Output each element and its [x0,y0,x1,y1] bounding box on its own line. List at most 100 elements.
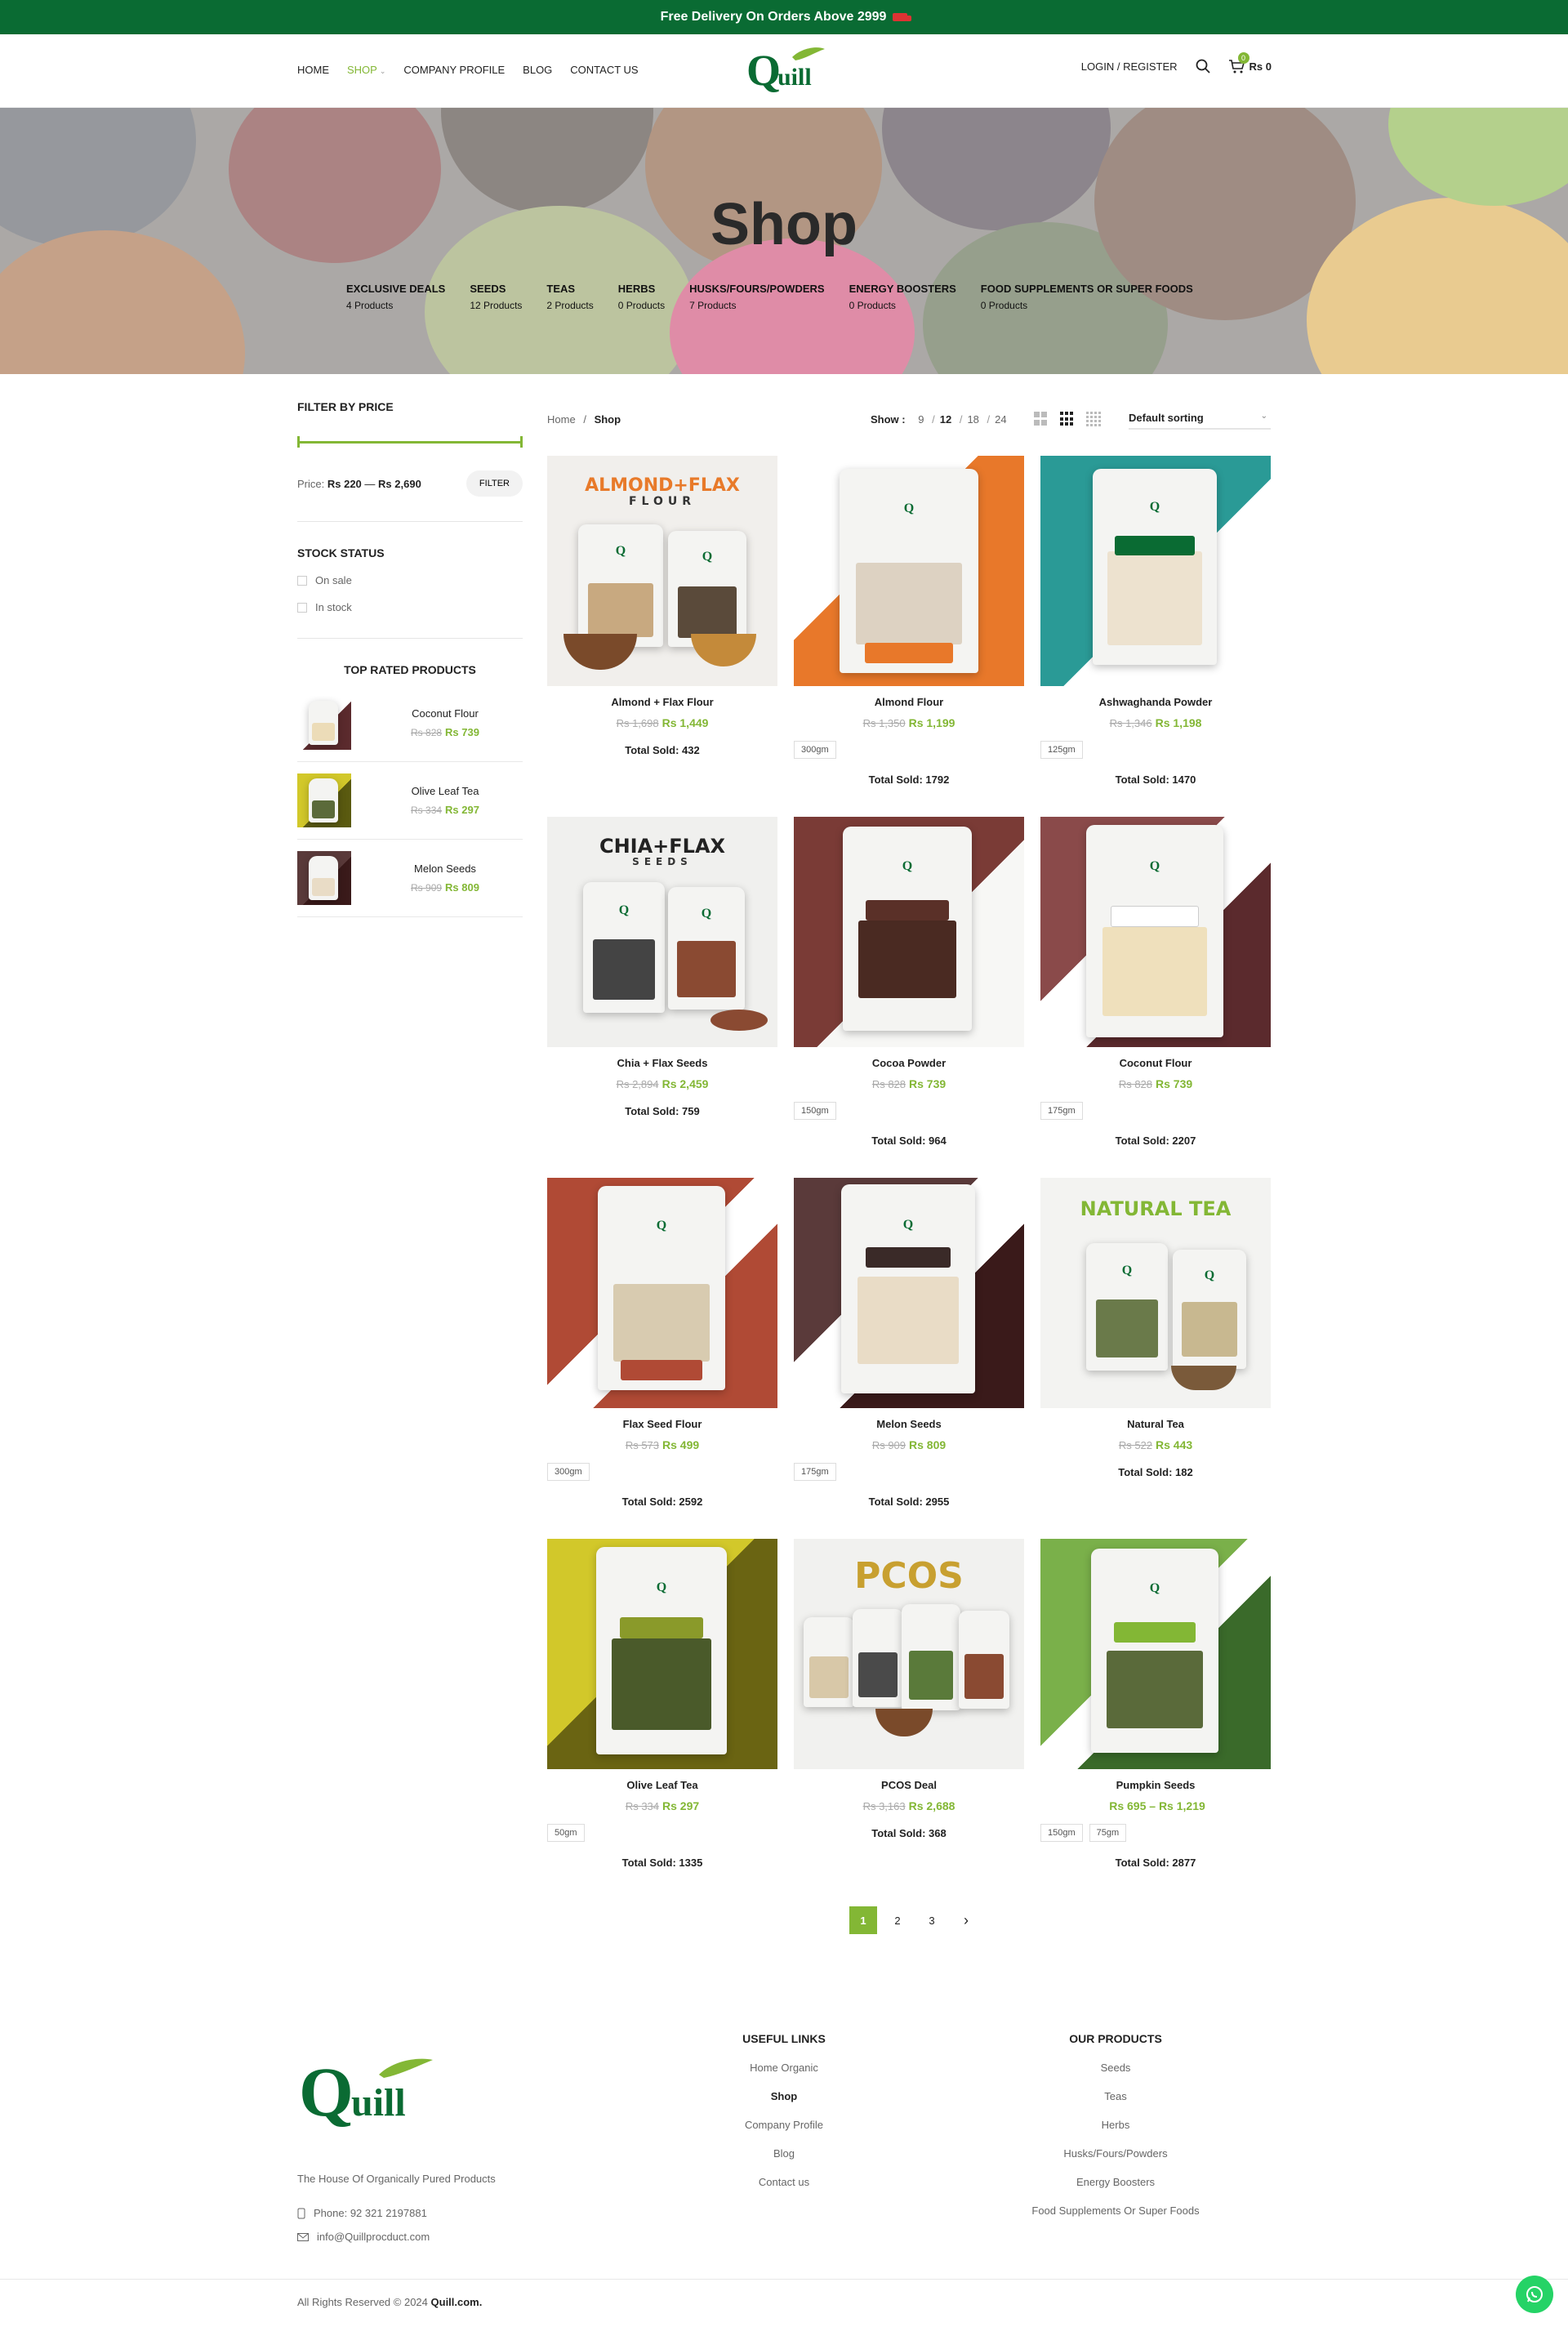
product-image[interactable]: Q [1040,456,1271,686]
product-image[interactable]: NATURAL TEA Q Q [1040,1178,1271,1408]
slider-handle-min[interactable] [297,436,300,448]
category-link[interactable]: FOOD SUPPLEMENTS OR SUPER FOODS 0 Product… [981,283,1193,311]
nav-shop[interactable]: SHOP ⌄ [347,64,385,76]
login-register-link[interactable]: LOGIN / REGISTER [1081,60,1178,73]
size-swatch[interactable]: 125gm [1040,741,1083,759]
category-link[interactable]: SEEDS 12 Products [470,283,522,311]
footer-link[interactable]: Herbs [1001,2119,1230,2131]
product-card[interactable]: Q Ashwaghanda Powder Rs 1,346 Rs 1,198 12… [1040,456,1271,786]
grid-3-icon[interactable] [1060,412,1073,426]
size-swatch[interactable]: 300gm [547,1463,590,1481]
product-name[interactable]: Olive Leaf Tea [547,1779,777,1791]
footer-logo[interactable]: Q uill [297,2048,436,2130]
page-2[interactable]: 2 [884,1906,911,1934]
grid-4-icon[interactable] [1086,412,1101,426]
size-swatch[interactable]: 175gm [1040,1102,1083,1120]
footer-link[interactable]: Company Profile [719,2119,849,2131]
size-swatch[interactable]: 75gm [1089,1824,1127,1842]
price-range-slider[interactable] [297,436,523,448]
search-icon[interactable] [1196,59,1210,74]
nav-company-profile[interactable]: COMPANY PROFILE [403,64,505,76]
size-swatch[interactable]: 150gm [794,1102,836,1120]
footer-link[interactable]: Home Organic [719,2062,849,2074]
product-image[interactable]: Q [547,1178,777,1408]
product-image[interactable]: Q [1040,1539,1271,1769]
slider-handle-max[interactable] [520,436,523,448]
footer-link[interactable]: Teas [1001,2090,1230,2102]
product-card[interactable]: CHIA+FLAX SEEDS Q Q Chia + Flax Seeds Rs… [547,817,777,1117]
product-name[interactable]: Cocoa Powder [794,1057,1024,1069]
category-link[interactable]: EXCLUSIVE DEALS 4 Products [346,283,445,311]
footer-link[interactable]: Food Supplements Or Super Foods [1001,2204,1230,2217]
product-image[interactable]: Q [794,1178,1024,1408]
product-card[interactable]: Q Melon Seeds Rs 909 Rs 809 175gm Total S… [794,1178,1024,1508]
top-rated-item[interactable]: Olive Leaf Tea Rs 334 Rs 297 [297,762,523,840]
product-image[interactable]: ALMOND+FLAX FLOUR Q Q [547,456,777,686]
product-name[interactable]: Melon Seeds [794,1418,1024,1430]
top-rated-item[interactable]: Coconut Flour Rs 828 Rs 739 [297,684,523,762]
breadcrumb-home[interactable]: Home [547,413,576,426]
product-image[interactable]: Q [547,1539,777,1769]
footer-link[interactable]: Energy Boosters [1001,2176,1230,2188]
product-card[interactable]: Q Almond Flour Rs 1,350 Rs 1,199 300gm To… [794,456,1024,786]
product-card[interactable]: Q Olive Leaf Tea Rs 334 Rs 297 50gm Total… [547,1539,777,1869]
footer-email[interactable]: info@Quillprocduct.com [317,2231,430,2243]
per-page-option[interactable]: 24 [995,413,1006,426]
top-rated-item[interactable]: Melon Seeds Rs 909 Rs 809 [297,840,523,917]
per-page-option[interactable]: 12 [940,413,951,426]
footer-link[interactable]: Blog [719,2147,849,2160]
size-swatch[interactable]: 175gm [794,1463,836,1481]
site-logo[interactable]: Q uill [745,42,826,95]
product-card[interactable]: Q Cocoa Powder Rs 828 Rs 739 150gm Total … [794,817,1024,1147]
size-swatch[interactable]: 150gm [1040,1824,1083,1842]
cart-button[interactable]: 0 Rs 0 [1228,52,1272,74]
product-thumbnail[interactable] [297,851,351,905]
nav-blog[interactable]: BLOG [523,64,552,76]
category-link[interactable]: ENERGY BOOSTERS 0 Products [849,283,956,311]
category-link[interactable]: HUSKS/FOURS/POWDERS 7 Products [689,283,824,311]
nav-contact[interactable]: CONTACT US [570,64,638,76]
page-1[interactable]: 1 [849,1906,877,1934]
whatsapp-chat-button[interactable] [1516,2276,1553,2313]
stock-on-sale-checkbox[interactable]: On sale [297,574,523,586]
size-swatch[interactable]: 50gm [547,1824,585,1842]
size-swatch[interactable]: 300gm [794,741,836,759]
product-card[interactable]: Q Pumpkin Seeds Rs 695 – Rs 1,219 150gm 7… [1040,1539,1271,1869]
footer-link[interactable]: Husks/Fours/Powders [1001,2147,1230,2160]
footer-link[interactable]: Contact us [719,2176,849,2188]
product-name[interactable]: Ashwaghanda Powder [1040,696,1271,708]
product-name[interactable]: Coconut Flour [1040,1057,1271,1069]
per-page-option[interactable]: 18 [967,413,978,426]
category-link[interactable]: HERBS 0 Products [618,283,665,311]
product-card[interactable]: ALMOND+FLAX FLOUR Q Q Almond + Flax Flou… [547,456,777,756]
product-image[interactable]: PCOS [794,1539,1024,1769]
product-name[interactable]: Almond Flour [794,696,1024,708]
product-image[interactable]: CHIA+FLAX SEEDS Q Q [547,817,777,1047]
next-page-icon[interactable]: › [952,1906,980,1934]
product-image[interactable]: Q [794,456,1024,686]
product-name[interactable]: PCOS Deal [794,1779,1024,1791]
sort-select[interactable]: Default sorting ⌄ [1129,405,1271,430]
product-name[interactable]: Pumpkin Seeds [1040,1779,1271,1791]
footer-link[interactable]: Shop [719,2090,849,2102]
product-name[interactable]: Natural Tea [1040,1418,1271,1430]
filter-button[interactable]: FILTER [466,470,523,497]
stock-in-stock-checkbox[interactable]: In stock [297,601,523,613]
product-card[interactable]: PCOS PCOS Deal Rs 3,163 Rs 2,688 Total So… [794,1539,1024,1839]
product-image[interactable]: Q [794,817,1024,1047]
product-card[interactable]: Q Coconut Flour Rs 828 Rs 739 175gm Total… [1040,817,1271,1147]
category-link[interactable]: TEAS 2 Products [546,283,593,311]
product-thumbnail[interactable] [297,773,351,827]
footer-link[interactable]: Seeds [1001,2062,1230,2074]
product-name[interactable]: Almond + Flax Flour [547,696,777,708]
nav-home[interactable]: HOME [297,64,329,76]
page-3[interactable]: 3 [918,1906,946,1934]
product-image[interactable]: Q [1040,817,1271,1047]
product-card[interactable]: Q Flax Seed Flour Rs 573 Rs 499 300gm Tot… [547,1178,777,1508]
grid-2-icon[interactable] [1034,412,1047,426]
product-thumbnail[interactable] [297,696,351,750]
product-card[interactable]: NATURAL TEA Q Q Natural Tea Rs 522 Rs 443… [1040,1178,1271,1478]
per-page-option[interactable]: 9 [918,413,924,426]
product-name[interactable]: Flax Seed Flour [547,1418,777,1430]
product-name[interactable]: Chia + Flax Seeds [547,1057,777,1069]
